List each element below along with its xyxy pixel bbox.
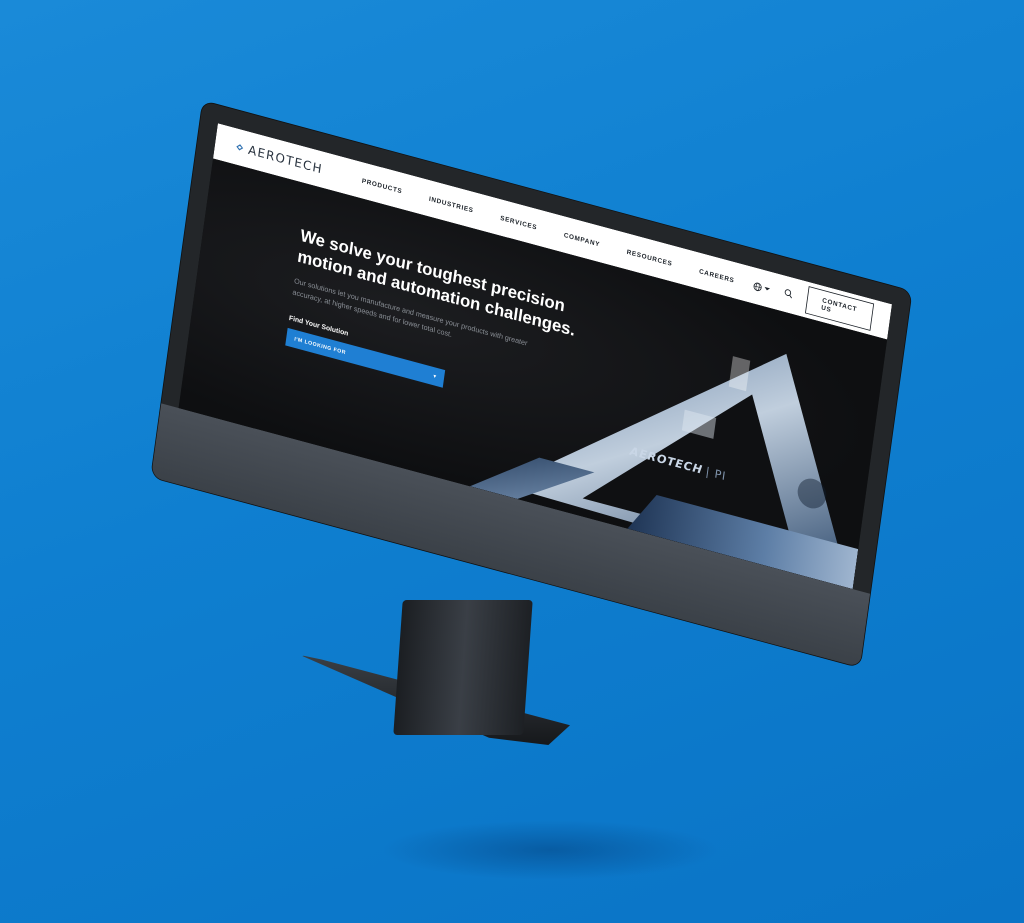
chevron-down-icon: ▾ xyxy=(432,373,437,381)
language-selector[interactable] xyxy=(753,281,771,294)
looking-for-dropdown[interactable]: I'M LOOKING FOR ▾ xyxy=(285,327,446,388)
nav-item-products[interactable]: PRODUCTS xyxy=(361,177,402,195)
monitor: AEROTECH PRODUCTS INDUSTRIES SERVICES CO… xyxy=(151,101,912,668)
nav-item-services[interactable]: SERVICES xyxy=(500,214,538,231)
aerotech-logo-icon xyxy=(236,144,244,151)
nav-item-company[interactable]: COMPANY xyxy=(563,231,600,248)
globe-icon xyxy=(753,282,762,291)
nav-item-resources[interactable]: RESOURCES xyxy=(626,248,673,267)
nav-item-careers[interactable]: CAREERS xyxy=(699,267,735,284)
search-button[interactable] xyxy=(783,286,794,303)
monitor-stand-neck xyxy=(393,600,533,735)
floor-shadow xyxy=(380,820,720,880)
nav-item-industries[interactable]: INDUSTRIES xyxy=(429,195,474,214)
chevron-down-icon xyxy=(764,286,771,291)
search-icon xyxy=(784,289,793,299)
dropdown-label: I'M LOOKING FOR xyxy=(293,335,347,356)
